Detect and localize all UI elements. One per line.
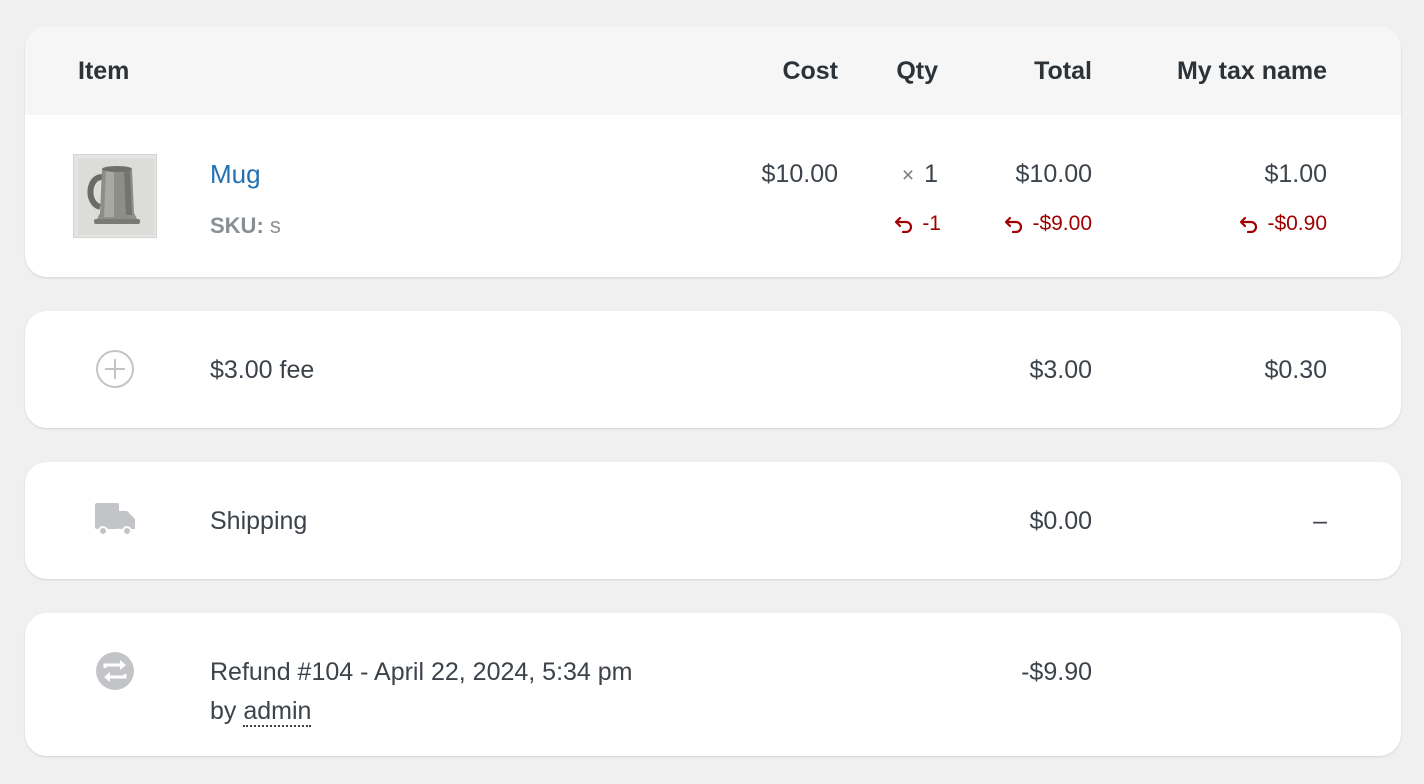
product-thumbnail[interactable] (73, 154, 157, 238)
line-item-tax: $1.00 (1264, 160, 1327, 188)
tax-refunded-value: -$0.90 (1267, 212, 1327, 235)
line-item-total: $10.00 (1015, 160, 1092, 188)
fee-tax: $0.30 (1264, 356, 1327, 384)
column-header-item: Item (78, 57, 130, 85)
tax-refunded: -$0.90 (1239, 212, 1327, 236)
items-table-header: Item Cost Qty Total My tax name (25, 26, 1401, 115)
shipping-name: Shipping (210, 507, 308, 535)
undo-arrow-icon (895, 216, 913, 233)
column-header-tax: My tax name (1176, 57, 1327, 85)
refund-author-link[interactable]: admin (243, 697, 312, 727)
truck-icon (95, 503, 135, 536)
shipping-total: $0.00 (1029, 507, 1092, 535)
qty-times-symbol: × (901, 164, 915, 187)
undo-arrow-icon (1005, 216, 1023, 233)
refund-arrows-icon (96, 652, 134, 690)
qty-value: 1 (924, 160, 938, 188)
mug-icon (74, 155, 156, 237)
shipping-row: Shipping $0.00 – (25, 462, 1401, 579)
refund-title: Refund #104 - April 22, 2024, 5:34 pm (210, 658, 633, 686)
line-item-qty: × 1 (902, 160, 938, 189)
refund-by-label: by (210, 697, 237, 725)
fee-name: $3.00 fee (210, 356, 315, 384)
fee-total: $3.00 (1029, 356, 1092, 384)
sku-label: SKU: (210, 213, 264, 238)
shipping-tax: – (1313, 507, 1327, 535)
product-link-mug[interactable]: Mug (210, 159, 261, 190)
line-item-cost: $10.00 (761, 160, 838, 188)
total-refunded: -$9.00 (1004, 212, 1092, 236)
order-items-panel: Item Cost Qty Total My tax name Mug SKU: (25, 26, 1401, 277)
undo-arrow-icon (1240, 216, 1258, 233)
fee-row: $3.00 fee $3.00 $0.30 (25, 311, 1401, 428)
qty-refunded-value: -1 (922, 212, 941, 235)
product-sku: SKU: s (210, 213, 281, 239)
column-header-qty: Qty (896, 57, 938, 85)
sku-value: s (269, 213, 281, 238)
refund-total: -$9.90 (1021, 658, 1092, 686)
plus-circle-icon (96, 350, 134, 388)
column-header-cost: Cost (782, 57, 838, 85)
total-refunded-value: -$9.00 (1032, 212, 1092, 235)
refund-author: by admin (210, 697, 312, 727)
qty-refunded: -1 (894, 212, 941, 236)
column-header-total: Total (1034, 57, 1092, 85)
refund-row: Refund #104 - April 22, 2024, 5:34 pm by… (25, 613, 1401, 756)
